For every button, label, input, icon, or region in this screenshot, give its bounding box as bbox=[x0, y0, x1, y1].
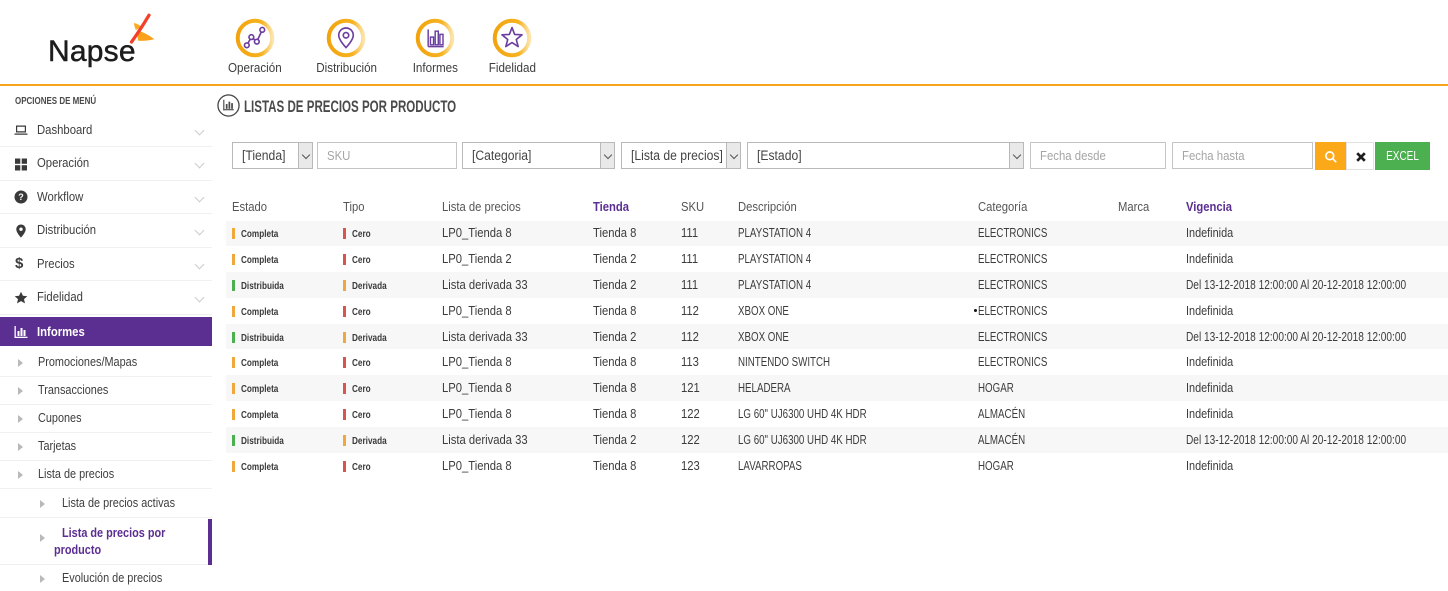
svg-text:?: ? bbox=[18, 192, 24, 202]
